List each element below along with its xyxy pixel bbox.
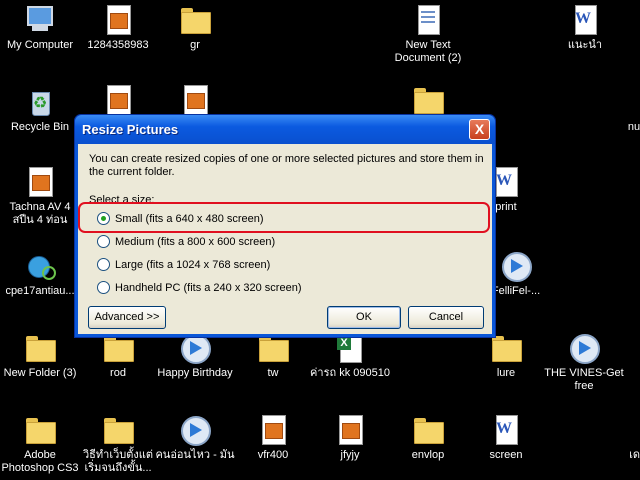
image-icon: [102, 4, 134, 36]
folder-icon: [102, 414, 134, 446]
desktop-icon-khon-onwai[interactable]: คนอ่อนไหว - มัน: [155, 414, 235, 462]
desktop-icon-lure[interactable]: lure: [466, 332, 546, 380]
advanced-button[interactable]: Advanced >>: [88, 306, 166, 329]
desktop-icon-happy-birthday[interactable]: Happy Birthday: [155, 332, 235, 380]
desktop-icon-new-folder-3[interactable]: New Folder (3): [0, 332, 80, 380]
image-icon: [24, 166, 56, 198]
media-icon: [179, 414, 211, 446]
desktop-icon-tachna[interactable]: Tachna AV 4 สปีน 4 ท่อน: [0, 166, 80, 227]
dialog-title: Resize Pictures: [82, 122, 179, 137]
word-document-icon: W: [490, 414, 522, 446]
desktop-icon-the-vines[interactable]: THE VINES-Get free: [544, 332, 624, 393]
desktop-icon-rod[interactable]: rod: [78, 332, 158, 380]
highlight-annotation: [78, 202, 490, 233]
folder-icon: [412, 414, 444, 446]
radio-icon[interactable]: [97, 257, 110, 271]
folder-icon: [24, 414, 56, 446]
desktop-icon-adobe-photoshop[interactable]: Adobe Photoshop CS3: [0, 414, 80, 475]
desktop-icon-kharot[interactable]: X ค่ารถ kk 090510: [310, 332, 390, 380]
size-option-handheld[interactable]: Handheld PC (fits a 240 x 320 screen): [97, 280, 302, 297]
size-option-large[interactable]: Large (fits a 1024 x 768 screen): [97, 257, 270, 274]
media-icon: [568, 332, 600, 364]
desktop-icon-naenam[interactable]: W แนะนำ: [545, 4, 625, 52]
desktop-icon-vfr400[interactable]: vfr400: [233, 414, 313, 462]
pc-icon: [24, 4, 56, 36]
recycle-bin-icon: ♻: [24, 86, 56, 118]
desktop-icon-web-howto[interactable]: วิธีทำเว็บตั้งแต่ เริ่มจนถึงขั้น...: [78, 414, 158, 475]
desktop-icon-gr[interactable]: gr: [155, 4, 235, 52]
desktop-icon-new-text-document[interactable]: New Text Document (2): [388, 4, 468, 65]
dialog-titlebar[interactable]: Resize Pictures X: [75, 115, 495, 144]
radio-icon[interactable]: [97, 234, 110, 248]
dialog-body: You can create resized copies of one or …: [78, 144, 492, 334]
desktop-icon-1284358983[interactable]: 1284358983: [78, 4, 158, 52]
desktop-icon-recycle-bin[interactable]: ♻ Recycle Bin: [0, 86, 80, 134]
desktop-icon-envlop[interactable]: envlop: [388, 414, 468, 462]
desktop-icon-jfyjy[interactable]: jfyjy: [310, 414, 390, 462]
folder-icon: [24, 332, 56, 364]
pdf-image-icon: [102, 84, 134, 116]
dialog-message: You can create resized copies of one or …: [89, 153, 484, 178]
folder-icon: [412, 84, 444, 116]
desktop-icon-tw[interactable]: tw: [233, 332, 313, 380]
radio-icon[interactable]: [97, 280, 110, 294]
media-icon: [500, 250, 532, 282]
text-document-icon: [412, 4, 444, 36]
ok-button[interactable]: OK: [327, 306, 401, 329]
image-icon: [179, 84, 211, 116]
desktop-icon-my-computer[interactable]: My Computer: [0, 4, 80, 52]
folder-icon: [179, 4, 211, 36]
desktop-icon-edge[interactable]: เด: [600, 414, 640, 462]
network-search-icon: [24, 250, 56, 282]
desktop-icon-screen[interactable]: W screen: [466, 414, 546, 462]
image-icon: [334, 414, 366, 446]
desktop-icon-cpe17[interactable]: cpe17antiau...: [0, 250, 80, 298]
cancel-button[interactable]: Cancel: [408, 306, 484, 329]
word-document-icon: W: [569, 4, 601, 36]
close-button[interactable]: X: [469, 119, 490, 140]
size-option-medium[interactable]: Medium (fits a 800 x 600 screen): [97, 234, 275, 251]
image-icon: [257, 414, 289, 446]
desktop-icon-nu[interactable]: nu: [594, 86, 640, 134]
